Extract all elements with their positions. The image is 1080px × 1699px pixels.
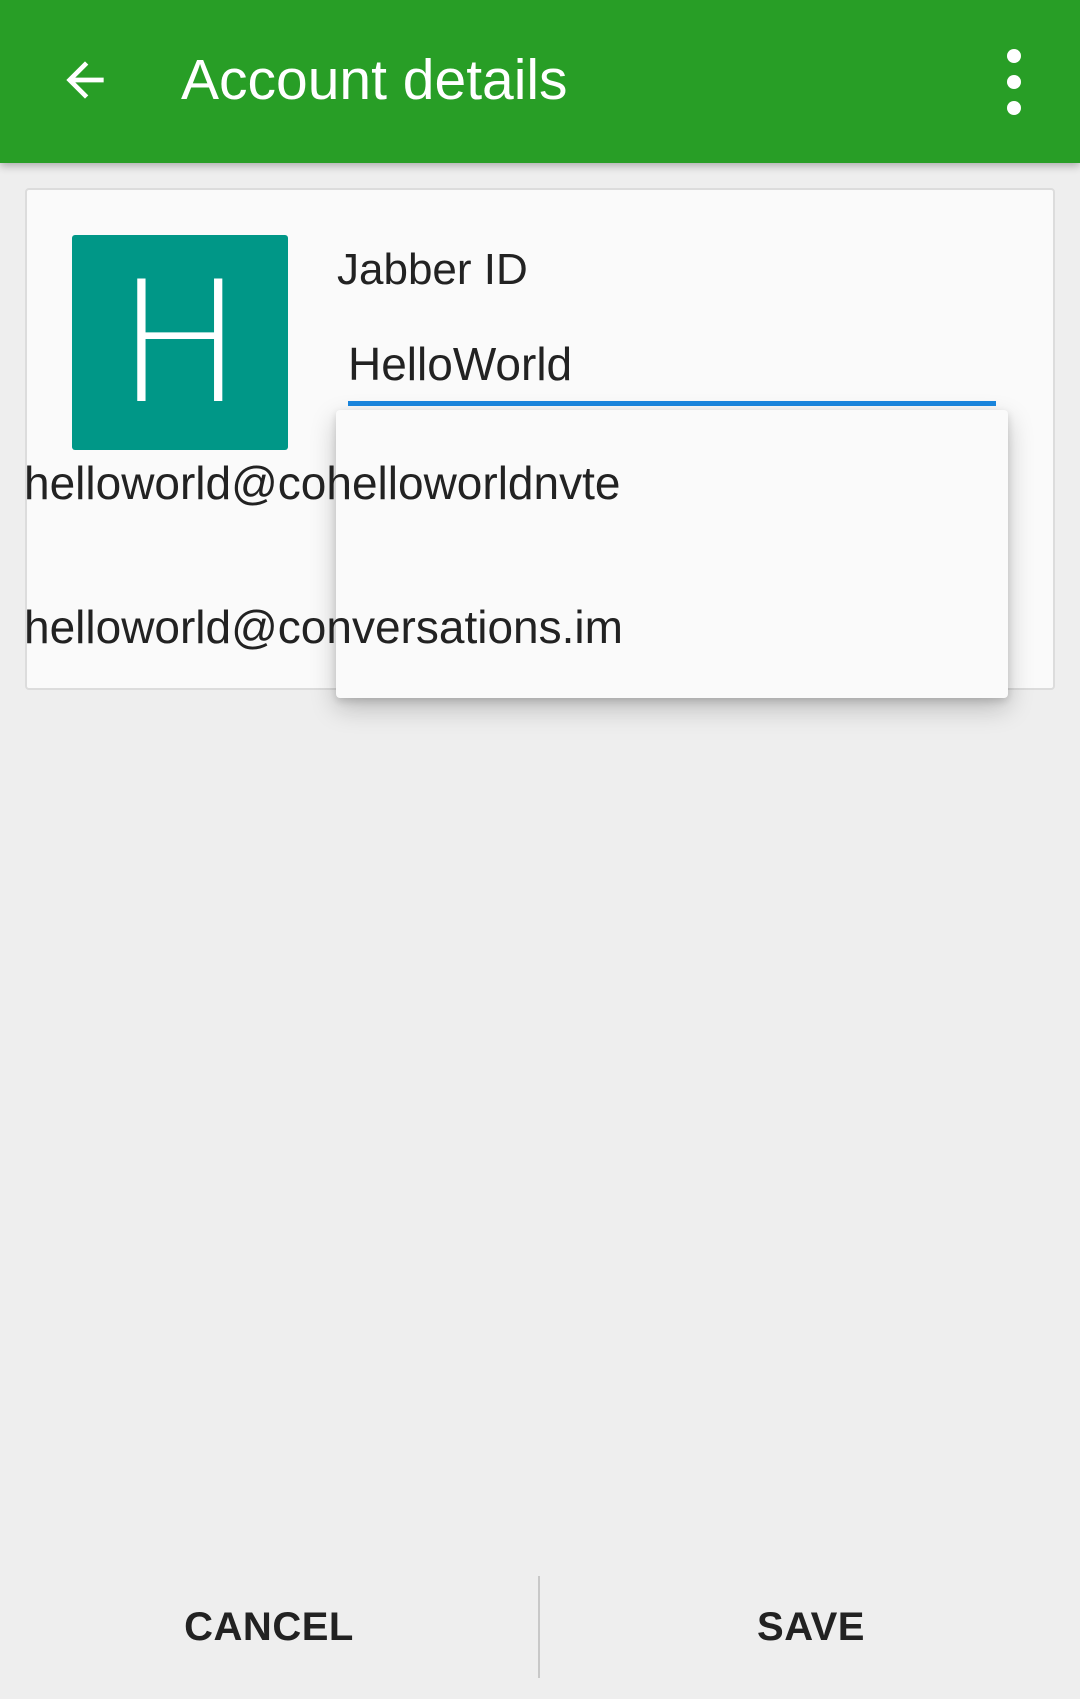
avatar-letter: H [116,244,244,441]
save-button[interactable]: SAVE [542,1582,1080,1672]
page-title: Account details [181,48,568,112]
suggestion-item[interactable]: helloworld@conversations.im [24,582,652,672]
arrow-left-icon [66,61,104,99]
app-bar: Account details [0,0,1080,163]
overflow-menu-button[interactable] [978,38,1050,126]
back-button[interactable] [40,30,130,130]
cancel-button[interactable]: CANCEL [0,1582,538,1672]
jabber-id-label: Jabber ID [337,245,528,294]
jabber-id-input[interactable] [348,334,996,394]
jabber-id-underline [348,401,996,406]
avatar[interactable]: H [72,235,288,450]
suggestion-item[interactable]: helloworld@cohelloworldnvte [24,438,652,528]
button-divider [538,1576,540,1678]
more-vert-icon [1007,49,1021,115]
